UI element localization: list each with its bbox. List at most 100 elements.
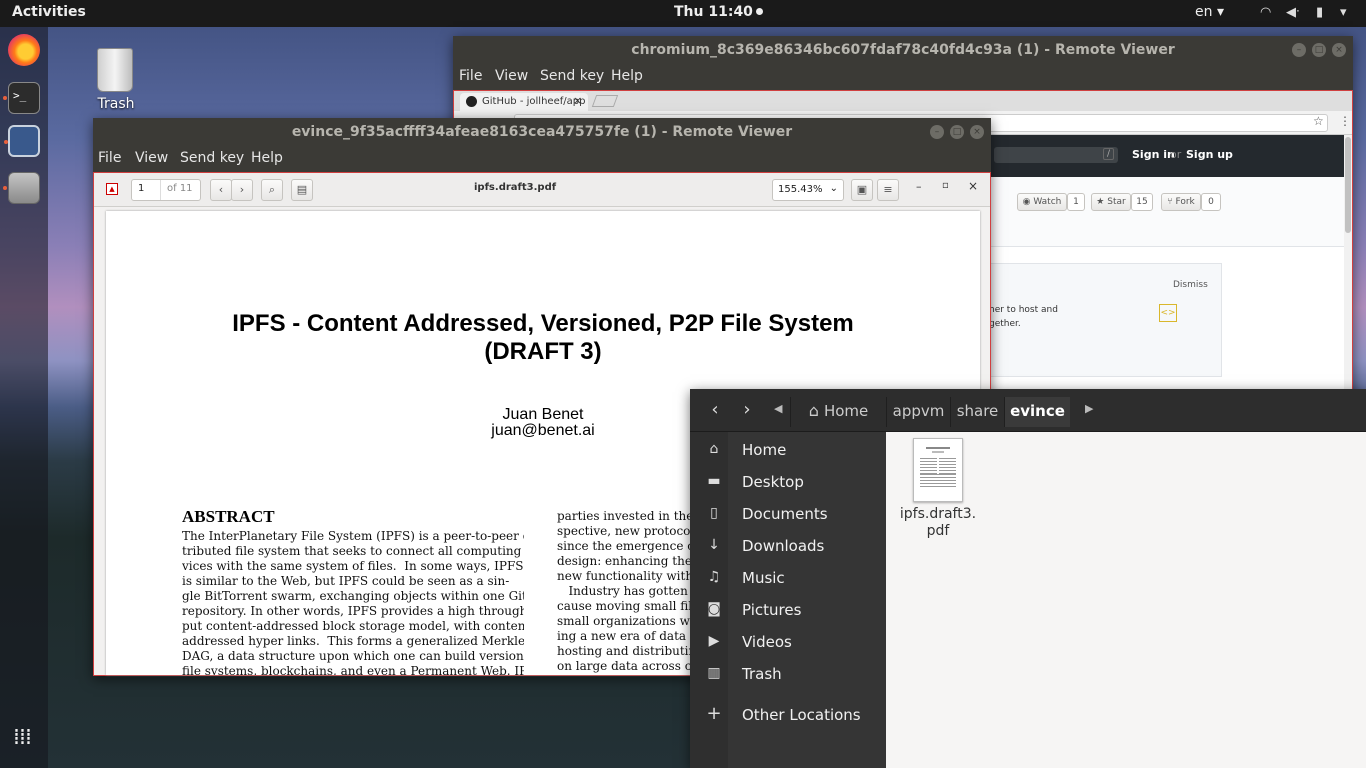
sign-in-link[interactable]: Sign in — [1132, 148, 1175, 161]
desktop-folder-icon: ▬ — [707, 473, 721, 489]
scrollbar-thumb[interactable] — [1345, 137, 1351, 233]
window-title: evince_9f35acffff34afeae8163cea475757fe … — [93, 118, 991, 146]
close-icon[interactable]: × — [968, 179, 978, 193]
hamburger-menu-icon[interactable]: ≡ — [877, 179, 899, 201]
right-column-line: ing a new era of data c — [557, 629, 697, 643]
browser-scrollbar[interactable] — [1344, 135, 1352, 395]
sidebar-item-other-locations[interactable]: + Other Locations — [690, 700, 886, 732]
close-icon[interactable]: × — [1332, 43, 1346, 57]
sidebar-item-documents[interactable]: ▯ Documents — [690, 499, 886, 531]
star-label: Star — [1107, 197, 1126, 207]
activities-button[interactable]: Activities — [12, 4, 86, 20]
path-item-home[interactable]: ⌂ Home — [790, 397, 886, 427]
sign-up-link[interactable]: Sign up — [1186, 148, 1233, 161]
camera-icon: ◙ — [707, 601, 721, 617]
menu-file[interactable]: File — [98, 150, 121, 166]
path-item-label: share — [956, 402, 999, 420]
system-menu-arrow-icon[interactable]: ▾ — [1340, 5, 1347, 20]
abstract-line: The InterPlanetary File System (IPFS) is… — [182, 529, 524, 543]
previous-page-button[interactable]: ‹ — [210, 179, 232, 201]
firefox-icon[interactable] — [8, 34, 40, 66]
abstract-line: addressed hyper links. This forms a gene… — [182, 634, 524, 648]
browser-menu-icon[interactable]: ⋮ — [1339, 114, 1351, 128]
search-icon[interactable]: ⌕ — [261, 179, 283, 201]
remote-viewer-icon[interactable] — [4, 125, 40, 157]
forward-button[interactable]: › — [732, 397, 762, 424]
fork-button[interactable]: ⑂ Fork — [1161, 193, 1201, 211]
watch-count[interactable]: 1 — [1067, 193, 1085, 211]
abstract-line: is similar to the Web, but IPFS could be… — [182, 574, 510, 588]
path-scroll-right-icon[interactable]: ▶ — [1085, 402, 1093, 415]
path-scroll-left-icon[interactable]: ◀ — [774, 402, 782, 415]
new-tab-button[interactable] — [591, 95, 619, 107]
tab-close-icon[interactable]: × — [573, 94, 582, 107]
sidebar-item-videos[interactable]: ▶ Videos — [690, 627, 886, 659]
minimize-icon[interactable]: – — [1292, 43, 1306, 57]
next-page-button[interactable]: › — [231, 179, 253, 201]
zoom-select[interactable]: 155.43% ⌄ — [772, 179, 844, 201]
file-name: ipfs.draft3. pdf — [894, 506, 982, 540]
language-indicator[interactable]: en ▾ — [1195, 4, 1224, 20]
path-item-evince[interactable]: evince — [1004, 397, 1070, 427]
abstract-line: repository. In other words, IPFS provide… — [182, 604, 524, 618]
music-icon: ♫ — [707, 569, 721, 585]
or-text: or — [1170, 148, 1182, 161]
star-button[interactable]: ★ Star — [1091, 193, 1131, 211]
close-icon[interactable]: × — [970, 125, 984, 139]
fork-count[interactable]: 0 — [1201, 193, 1221, 211]
maximize-icon[interactable]: □ — [1312, 43, 1326, 57]
sidebar-item-desktop[interactable]: ▬ Desktop — [690, 467, 886, 499]
right-column-line: cause moving small file — [557, 599, 700, 613]
battery-icon[interactable]: ▮ — [1316, 5, 1323, 20]
desktop-trash[interactable]: Trash — [90, 45, 140, 115]
menu-send-key[interactable]: Send key — [540, 68, 604, 84]
notification-dot-icon — [755, 8, 763, 15]
path-item-share[interactable]: share — [950, 397, 1004, 427]
file-item[interactable]: ipfs.draft3. pdf — [894, 436, 982, 544]
browser-tabstrip: GitHub - jollheef/app × — [454, 91, 1352, 111]
menu-help[interactable]: Help — [611, 68, 643, 84]
menu-view[interactable]: View — [135, 150, 168, 166]
menu-send-key[interactable]: Send key — [180, 150, 244, 166]
volume-muted-icon[interactable]: ◀ᐧ — [1286, 5, 1299, 20]
bookmark-star-icon[interactable]: ☆ — [1313, 114, 1324, 128]
right-column-line: new functionality witho — [557, 569, 701, 583]
document-properties-icon[interactable]: ▣ — [851, 179, 873, 201]
terminal-icon[interactable]: >_ — [3, 82, 40, 114]
dismiss-button[interactable]: Dismiss — [1173, 280, 1208, 290]
sidebar-item-trash[interactable]: ▥ Trash — [690, 659, 886, 691]
clock[interactable]: Thu 11:40 — [674, 4, 763, 20]
path-item-appvm[interactable]: appvm — [886, 397, 950, 427]
menu-help[interactable]: Help — [251, 150, 283, 166]
abstract-column: The InterPlanetary File System (IPFS) is… — [182, 529, 524, 675]
search-shortcut-hint: / — [1102, 148, 1114, 160]
promo-text-line1: her to host and — [989, 305, 1058, 315]
minimize-icon[interactable]: – — [930, 125, 944, 139]
browser-tab[interactable]: GitHub - jollheef/app — [460, 93, 588, 111]
menu-file[interactable]: File — [459, 68, 482, 84]
maximize-icon[interactable]: ▫ — [942, 180, 949, 191]
path-bar: ⌂ Home appvm share evince — [790, 397, 1070, 427]
page-number-input[interactable]: 1 — [138, 183, 144, 194]
home-icon: ⌂ — [709, 441, 719, 457]
show-applications-icon[interactable]: ⁞⁞⁞ — [13, 727, 35, 755]
annotations-icon[interactable]: ▤ — [291, 179, 313, 201]
file-cabinet-icon[interactable] — [3, 172, 40, 204]
watch-button[interactable]: ◉ Watch — [1017, 193, 1067, 211]
sidebar-item-pictures[interactable]: ◙ Pictures — [690, 595, 886, 627]
back-button[interactable]: ‹ — [700, 397, 730, 424]
download-icon: ↓ — [708, 537, 720, 553]
star-count[interactable]: 15 — [1131, 193, 1153, 211]
document-filename: ipfs.draft3.pdf — [474, 182, 557, 193]
menu-view[interactable]: View — [495, 68, 528, 84]
network-icon[interactable]: ◠ — [1260, 5, 1271, 20]
document-title: IPFS - Content Addressed, Versioned, P2P… — [106, 310, 980, 366]
abstract-line: tributed file system that seeks to conne… — [182, 544, 524, 558]
minimize-icon[interactable]: – — [916, 180, 922, 193]
sidebar-item-music[interactable]: ♫ Music — [690, 563, 886, 595]
menu-bar: File View Send key Help — [453, 64, 1353, 90]
sidebar-item-downloads[interactable]: ↓ Downloads — [690, 531, 886, 563]
sidebar-item-home[interactable]: ⌂ Home — [690, 435, 886, 467]
maximize-icon[interactable]: □ — [950, 125, 964, 139]
github-search[interactable]: / — [994, 147, 1118, 163]
